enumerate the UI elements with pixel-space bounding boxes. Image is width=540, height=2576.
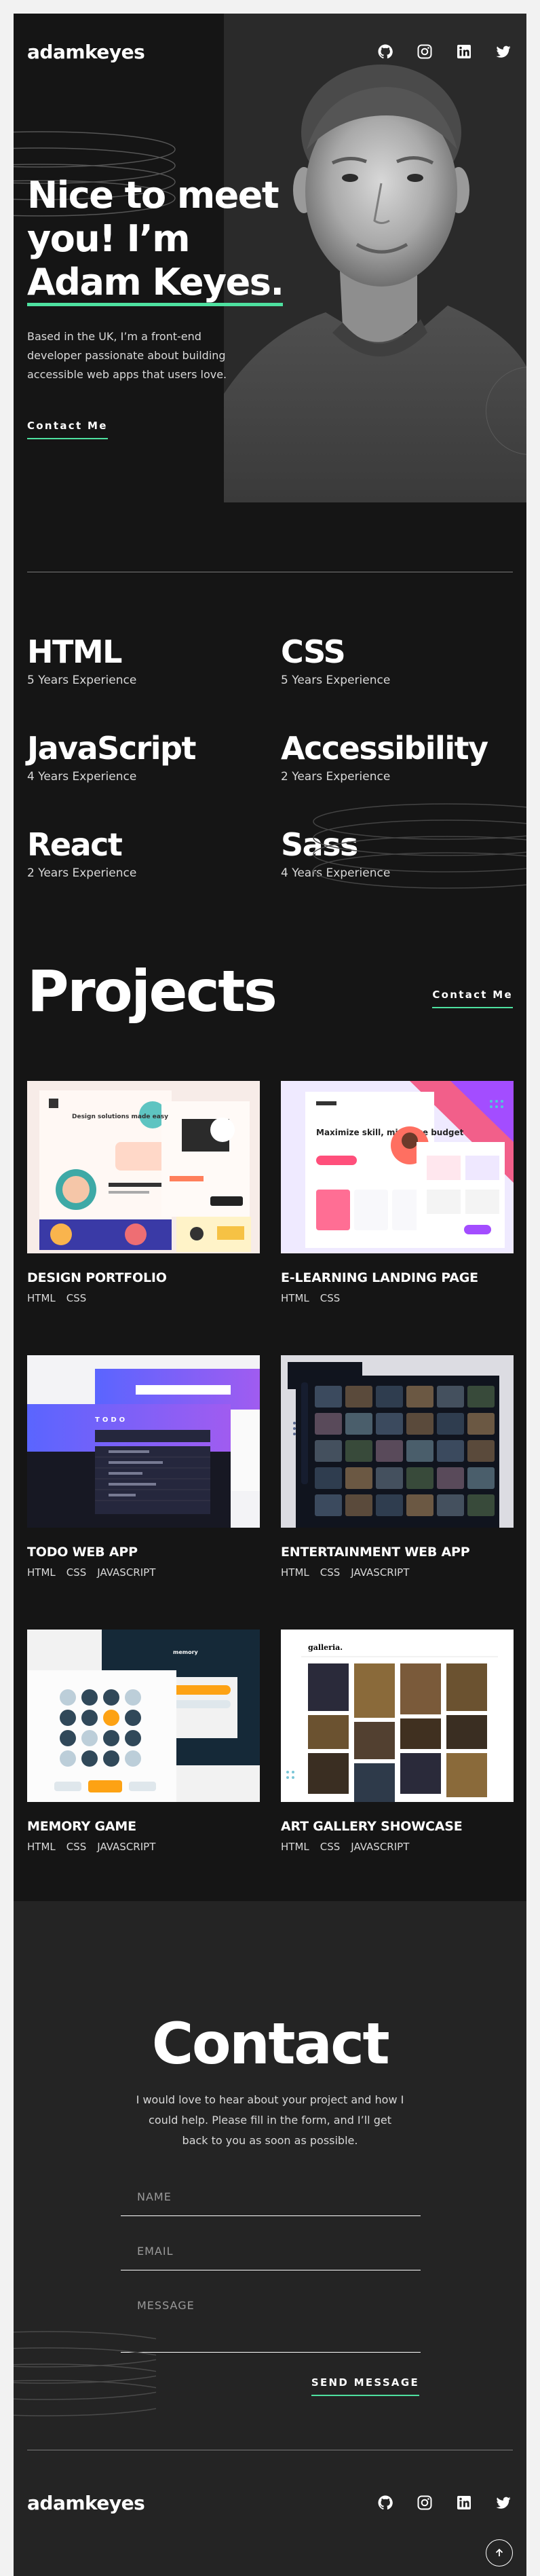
message-underline bbox=[121, 2352, 421, 2353]
project-tag: CSS bbox=[66, 1292, 87, 1304]
project-thumbnail[interactable]: memory bbox=[27, 1630, 260, 1802]
skill-experience: 5 Years Experience bbox=[281, 674, 391, 687]
contact-description: I would love to hear about your project … bbox=[136, 2093, 404, 2147]
skill-experience: 5 Years Experience bbox=[27, 674, 137, 687]
skill-name: HTML bbox=[27, 633, 122, 670]
projects-contact-button[interactable]: Contact Me bbox=[432, 989, 513, 1008]
project-thumbnail[interactable]: TODO bbox=[27, 1355, 260, 1528]
thumb-text: Design solutions made easy bbox=[72, 1114, 168, 1120]
project-card: Design solutions made easy DESIGN PORTFO… bbox=[27, 1081, 260, 1305]
projects-title: Projects bbox=[27, 958, 277, 1025]
thumb-text: galleria. bbox=[308, 1643, 343, 1652]
hero-title-line1: Nice to meet bbox=[27, 174, 279, 217]
arrow-up-icon bbox=[495, 2548, 503, 2556]
project-tags: HTML CSS bbox=[281, 1291, 514, 1305]
skill-item: CSS 5 Years Experience bbox=[281, 633, 512, 688]
contact-section: Contact I would love to hear about your … bbox=[14, 1901, 526, 2576]
project-title[interactable]: DESIGN PORTFOLIO bbox=[27, 1270, 260, 1286]
project-tag: CSS bbox=[66, 1841, 87, 1853]
project-card: memory MEMORY GAME HTML CSS JAVASCRIPT bbox=[27, 1630, 260, 1854]
send-message-button[interactable]: SEND MESSAGE bbox=[311, 2376, 419, 2396]
project-card: Maximize skill, minimize budget E-LEARNI… bbox=[281, 1081, 514, 1305]
project-title[interactable]: ENTERTAINMENT WEB APP bbox=[281, 1544, 514, 1560]
decorative-rings-pattern bbox=[14, 2331, 156, 2416]
project-tags: HTML CSS JAVASCRIPT bbox=[27, 1566, 260, 1579]
project-thumbnail[interactable] bbox=[281, 1355, 514, 1528]
project-card: ENTERTAINMENT WEB APP HTML CSS JAVASCRIP… bbox=[281, 1355, 514, 1579]
skill-item: React 2 Years Experience bbox=[27, 826, 258, 881]
project-tags: HTML CSS JAVASCRIPT bbox=[281, 1840, 514, 1854]
project-tag: HTML bbox=[281, 1292, 309, 1304]
project-tag: JAVASCRIPT bbox=[97, 1566, 156, 1579]
skill-experience: 2 Years Experience bbox=[27, 866, 137, 880]
skill-name: CSS bbox=[281, 633, 346, 670]
twitter-icon[interactable] bbox=[494, 2493, 513, 2512]
hero-title: Nice to meet you! I’m Adam Keyes. bbox=[27, 174, 298, 306]
project-tag: HTML bbox=[281, 1841, 309, 1853]
skill-experience: 2 Years Experience bbox=[281, 770, 391, 784]
project-card: TODO TODO WEB APP HTML CSS JAVASCRIPT bbox=[27, 1355, 260, 1579]
linkedin-icon[interactable] bbox=[455, 2493, 474, 2512]
email-input[interactable] bbox=[121, 2245, 421, 2258]
project-title[interactable]: E-LEARNING LANDING PAGE bbox=[281, 1270, 514, 1286]
thumb-text: memory bbox=[173, 1649, 199, 1655]
project-tag: CSS bbox=[66, 1566, 87, 1579]
project-tag: HTML bbox=[27, 1841, 56, 1853]
twitter-icon[interactable] bbox=[494, 42, 513, 61]
hero-title-name: Adam Keyes. bbox=[27, 262, 284, 306]
project-tags: HTML CSS bbox=[27, 1291, 260, 1305]
project-title[interactable]: MEMORY GAME bbox=[27, 1818, 260, 1835]
thumb-text: Maximize skill, minimize budget bbox=[316, 1128, 464, 1137]
project-tags: HTML CSS JAVASCRIPT bbox=[281, 1566, 514, 1579]
hero-contact-button[interactable]: Contact Me bbox=[27, 420, 108, 439]
email-field bbox=[121, 2245, 421, 2270]
project-title[interactable]: TODO WEB APP bbox=[27, 1544, 260, 1560]
skill-item: Accessibility 2 Years Experience bbox=[281, 729, 512, 785]
skill-item: JavaScript 4 Years Experience bbox=[27, 729, 258, 785]
project-thumbnail[interactable]: Design solutions made easy bbox=[27, 1081, 260, 1253]
project-tag: JAVASCRIPT bbox=[351, 1566, 410, 1579]
logo[interactable]: adamkeyes bbox=[27, 41, 145, 63]
github-icon[interactable] bbox=[376, 2493, 395, 2512]
hero-section: adamkeyes Nice to meet you! I’m Adam Key… bbox=[14, 14, 526, 502]
decorative-rings-pattern bbox=[313, 803, 526, 889]
instagram-icon[interactable] bbox=[415, 2493, 434, 2512]
skill-item: HTML 5 Years Experience bbox=[27, 633, 258, 688]
name-input[interactable] bbox=[121, 2190, 421, 2203]
project-tag: HTML bbox=[281, 1566, 309, 1579]
header-socials bbox=[376, 42, 513, 61]
scroll-to-top-button[interactable] bbox=[486, 2539, 513, 2566]
project-tag: JAVASCRIPT bbox=[351, 1841, 410, 1853]
project-title[interactable]: ART GALLERY SHOWCASE bbox=[281, 1818, 514, 1835]
contact-title: Contact bbox=[151, 2010, 390, 2077]
message-input[interactable] bbox=[121, 2299, 421, 2357]
project-tag: CSS bbox=[320, 1292, 341, 1304]
thumb-text: TODO bbox=[95, 1416, 128, 1424]
instagram-icon[interactable] bbox=[415, 42, 434, 61]
project-tag: CSS bbox=[320, 1566, 341, 1579]
footer-socials bbox=[376, 2493, 513, 2512]
skill-name: React bbox=[27, 826, 123, 863]
project-tag: HTML bbox=[27, 1292, 56, 1304]
project-tag: JAVASCRIPT bbox=[97, 1841, 156, 1853]
project-card: galleria. ART GALLERY SHOWCASE HTML CSS … bbox=[281, 1630, 514, 1854]
project-thumbnail[interactable]: Maximize skill, minimize budget bbox=[281, 1081, 514, 1253]
project-tag: HTML bbox=[27, 1566, 56, 1579]
skill-name: JavaScript bbox=[27, 730, 196, 767]
skill-experience: 4 Years Experience bbox=[27, 770, 137, 784]
project-tags: HTML CSS JAVASCRIPT bbox=[27, 1840, 260, 1854]
github-icon[interactable] bbox=[376, 42, 395, 61]
project-thumbnail[interactable]: galleria. bbox=[281, 1630, 514, 1802]
skill-name: Accessibility bbox=[281, 730, 488, 767]
footer-logo[interactable]: adamkeyes bbox=[27, 2492, 145, 2514]
message-field bbox=[121, 2299, 421, 2366]
hero-title-line2: you! I’m bbox=[27, 217, 191, 260]
page: adamkeyes Nice to meet you! I’m Adam Key… bbox=[14, 14, 526, 2576]
linkedin-icon[interactable] bbox=[455, 42, 474, 61]
hero-description: Based in the UK, I’m a front-end develop… bbox=[27, 330, 227, 381]
project-tag: CSS bbox=[320, 1841, 341, 1853]
name-field bbox=[121, 2190, 421, 2216]
